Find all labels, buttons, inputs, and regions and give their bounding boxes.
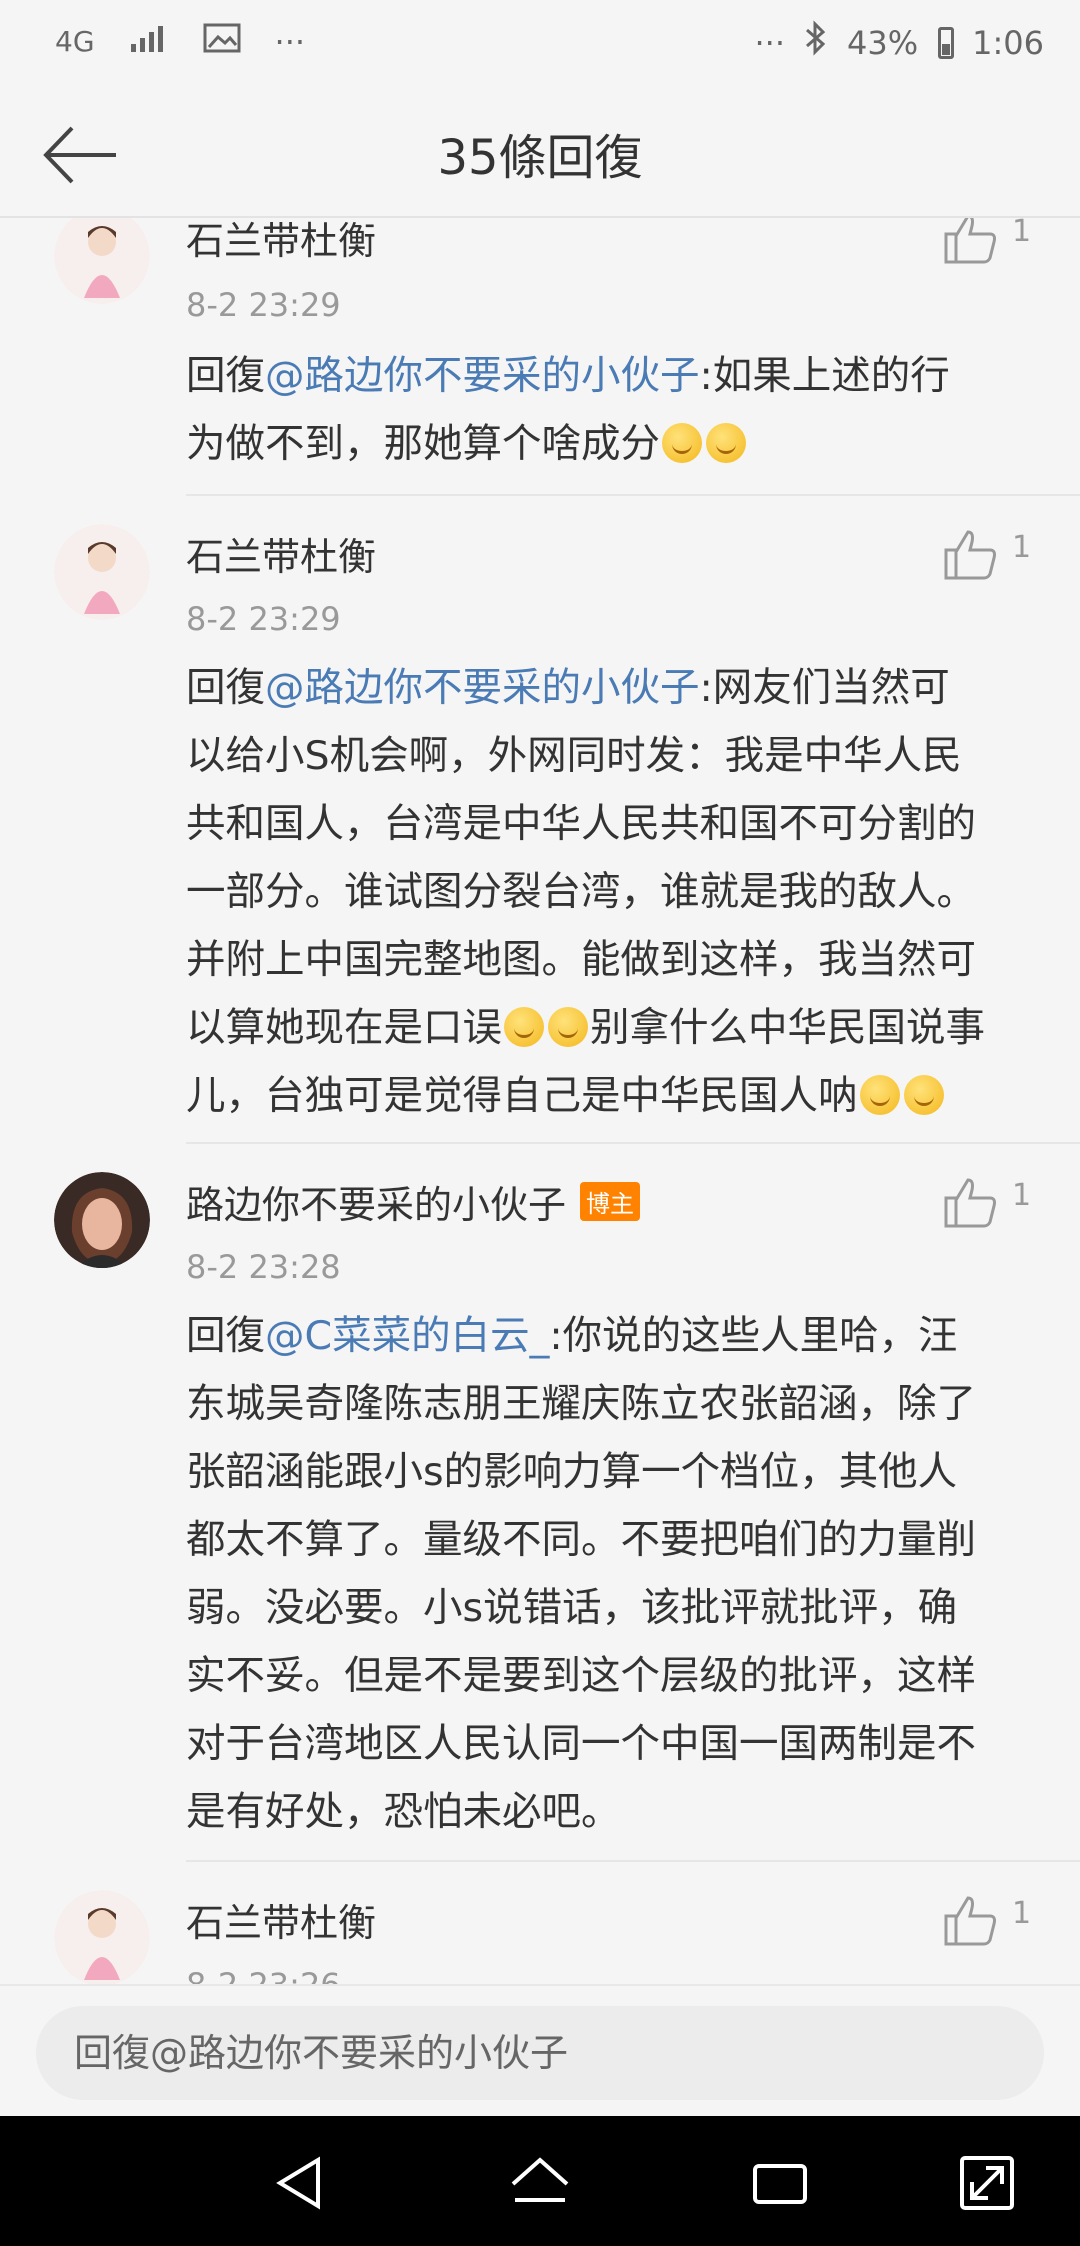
nav-home-button[interactable] xyxy=(505,2148,575,2218)
comment-line: 对于台湾地区人民认同一个中国一国两制是不 xyxy=(186,1721,976,1767)
like-count: 1 xyxy=(1012,218,1032,249)
comment-time: 8-2 23:26 xyxy=(186,1966,341,1984)
image-icon xyxy=(203,22,241,63)
battery-icon xyxy=(938,26,955,59)
username[interactable]: 路边你不要采的小伙子 博主 xyxy=(186,1174,641,1229)
comment-time: 8-2 23:29 xyxy=(186,286,341,324)
comment-item[interactable]: 路边你不要采的小伙子 博主 1 8-2 23:28 回復@C菜菜的白云_:你说的这… xyxy=(0,1144,1080,1862)
avatar[interactable] xyxy=(54,1172,150,1268)
comment-line: 并附上中国完整地图。能做到这样，我当然可 xyxy=(186,937,976,983)
thumbs-up-icon xyxy=(944,218,996,264)
comment-item[interactable]: 石兰带杜衡 1 8-2 23:29 回復@路边你不要采的小伙子:如果上述的行 为… xyxy=(0,218,1080,496)
thumbs-up-icon xyxy=(944,530,996,580)
nav-back-button[interactable] xyxy=(266,2148,336,2218)
triangle-back-icon xyxy=(276,2156,320,2210)
more-notifications: ··· xyxy=(274,23,306,61)
navigation-bar xyxy=(0,2116,1080,2246)
signal-icon xyxy=(129,22,169,63)
smile-emoji-icon xyxy=(859,1075,900,1115)
comment-line: 张韶涵能跟小s的影响力算一个档位，其他人 xyxy=(186,1449,958,1495)
comment-text: 回復@路边你不要采的小伙子:网友们当然可 以给小S机会啊，外网同时发：我是中华人… xyxy=(186,654,1036,1130)
mention-link[interactable]: @C菜菜的白云_ xyxy=(265,1313,549,1359)
comment-line: 都太不算了。量级不同。不要把咱们的力量削 xyxy=(186,1517,976,1563)
comment-line: 回復@路边你不要采的小伙子:网友们当然可 xyxy=(186,665,950,711)
smile-emoji-icon xyxy=(504,1007,544,1047)
comment-line: 实不妥。但是不是要到这个层级的批评，这样 xyxy=(186,1653,976,1699)
avatar[interactable] xyxy=(54,1890,150,1984)
network-type: 4G xyxy=(55,25,95,58)
comment-time: 8-2 23:28 xyxy=(186,1248,341,1286)
username[interactable]: 石兰带杜衡 xyxy=(186,526,376,581)
smile-emoji-icon xyxy=(903,1075,944,1115)
author-badge: 博主 xyxy=(580,1182,641,1221)
comment-time: 8-2 23:29 xyxy=(186,600,341,638)
like-count: 1 xyxy=(1012,530,1032,565)
like-count: 1 xyxy=(1012,1896,1032,1931)
comment-line: 儿，台独可是觉得自己是中华民国人呐 xyxy=(186,1062,1036,1130)
comment-item[interactable]: 石兰带杜衡 1 8-2 23:29 回復@路边你不要采的小伙子:网友们当然可 以… xyxy=(0,496,1080,1144)
comment-line: 共和国人，台湾是中华人民共和国不可分割的 xyxy=(186,801,976,847)
comment-line: 回復@C菜菜的白云_:你说的这些人里哈，汪 xyxy=(186,1313,958,1359)
comment-line: 弱。没必要。小s说错话，该批评就批评，确 xyxy=(186,1585,958,1631)
comment-list[interactable]: 石兰带杜衡 1 8-2 23:29 回復@路边你不要采的小伙子:如果上述的行 为… xyxy=(0,218,1080,1984)
comment-item[interactable]: 石兰带杜衡 1 8-2 23:26 xyxy=(0,1862,1080,1984)
like-button[interactable] xyxy=(940,524,1000,584)
like-count: 1 xyxy=(1012,1178,1032,1213)
comment-line: 是有好处，恐怕未必吧。 xyxy=(186,1789,621,1835)
username[interactable]: 石兰带杜衡 xyxy=(186,218,376,265)
smile-emoji-icon xyxy=(548,1007,588,1047)
reply-input[interactable]: 回復@路边你不要采的小伙子 xyxy=(36,2006,1044,2100)
smile-emoji-icon xyxy=(662,423,702,463)
like-button[interactable] xyxy=(940,1890,1000,1950)
username[interactable]: 石兰带杜衡 xyxy=(186,1892,376,1947)
status-bar: 4G ··· ··· 43% 1:06 xyxy=(0,0,1080,88)
comment-line: 为做不到，那她算个啥成分 xyxy=(186,410,1036,478)
comment-line: 回復@路边你不要采的小伙子:如果上述的行 xyxy=(186,353,950,399)
header: 35條回復 xyxy=(0,88,1080,218)
comment-line: 一部分。谁试图分裂台湾，谁就是我的敌人。 xyxy=(186,869,976,915)
mention-link[interactable]: @路边你不要采的小伙子 xyxy=(265,665,700,711)
home-icon xyxy=(511,2157,569,2202)
page-title: 35條回復 xyxy=(437,130,643,186)
bluetooth-icon xyxy=(803,20,829,65)
battery-percent: 43% xyxy=(847,23,919,62)
clock: 1:06 xyxy=(972,23,1044,62)
more-status: ··· xyxy=(754,23,786,62)
expand-icon xyxy=(960,2156,1014,2210)
reply-bar: 回復@路边你不要采的小伙子 xyxy=(0,1984,1080,2116)
nav-recents-button[interactable] xyxy=(745,2148,815,2218)
comment-line: 以算她现在是口误 别拿什么中华民国说事 xyxy=(186,1005,985,1051)
comment-text: 回復@路边你不要采的小伙子:如果上述的行 为做不到，那她算个啥成分 xyxy=(186,342,1036,478)
thumbs-up-icon xyxy=(944,1896,996,1946)
comment-text: 回復@C菜菜的白云_:你说的这些人里哈，汪 东城吴奇隆陈志朋王耀庆陈立农张韶涵，… xyxy=(186,1302,1036,1846)
like-button[interactable] xyxy=(940,218,1000,268)
recent-apps-icon xyxy=(753,2164,807,2204)
avatar[interactable] xyxy=(54,218,150,304)
like-button[interactable] xyxy=(940,1172,1000,1232)
mention-link[interactable]: @路边你不要采的小伙子 xyxy=(265,353,700,399)
avatar[interactable] xyxy=(54,524,150,620)
comment-line: 以给小S机会啊，外网同时发：我是中华人民 xyxy=(186,733,962,779)
thumbs-up-icon xyxy=(944,1178,996,1228)
comment-line: 东城吴奇隆陈志朋王耀庆陈立农张韶涵，除了 xyxy=(186,1381,976,1427)
nav-expand-button[interactable] xyxy=(952,2148,1022,2218)
smile-emoji-icon xyxy=(706,423,746,463)
